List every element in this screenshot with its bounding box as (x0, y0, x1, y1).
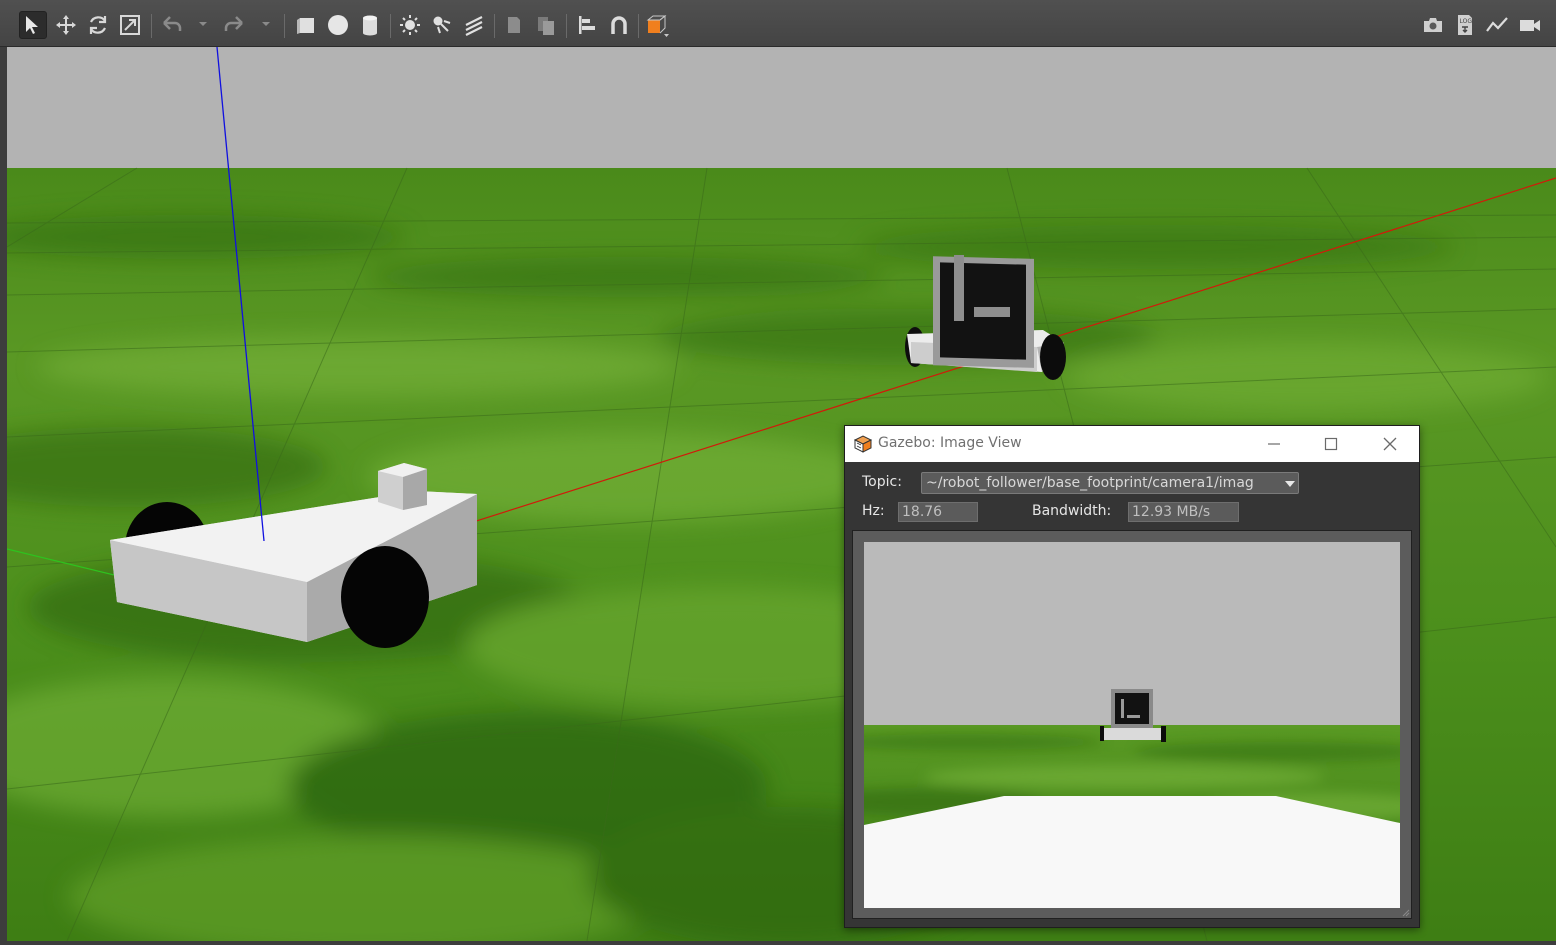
snap-magnet-icon[interactable] (605, 11, 633, 39)
scale-mode-icon[interactable] (116, 11, 144, 39)
spot-light-icon[interactable] (428, 11, 456, 39)
topic-label: Topic: (862, 474, 902, 490)
view-angle-icon[interactable] (643, 11, 671, 39)
hz-value: 18.76 (902, 504, 943, 520)
chevron-down-icon (1285, 481, 1295, 487)
gazebo-app-icon (853, 435, 873, 453)
copy-icon[interactable] (500, 11, 528, 39)
hz-field: 18.76 (898, 502, 978, 522)
hz-label: Hz: (862, 503, 885, 519)
image-view-title: Gazebo: Image View (878, 435, 1022, 451)
directional-light-icon[interactable] (460, 11, 488, 39)
paste-icon[interactable] (532, 11, 560, 39)
undo-dropdown-icon[interactable] (199, 20, 207, 28)
redo-dropdown-icon[interactable] (262, 20, 270, 28)
image-view-window[interactable]: Gazebo: Image View Topic: ~/robot_follow… (844, 425, 1420, 928)
resize-grip-icon[interactable] (1400, 907, 1410, 917)
minimize-icon[interactable] (1263, 433, 1285, 455)
bandwidth-value: 12.93 MB/s (1132, 504, 1211, 520)
sky (7, 47, 1556, 168)
undo-icon[interactable] (158, 11, 186, 39)
svg-text:LOG: LOG (1460, 18, 1473, 25)
sphere-shape-icon[interactable] (324, 11, 352, 39)
close-icon[interactable] (1379, 433, 1401, 455)
camera-image-frame (852, 530, 1412, 919)
box-shape-icon[interactable] (292, 11, 320, 39)
rotate-mode-icon[interactable] (84, 11, 112, 39)
point-light-icon[interactable] (396, 11, 424, 39)
topic-value: ~/robot_follower/base_footprint/camera1/… (926, 475, 1254, 491)
translate-mode-icon[interactable] (52, 11, 80, 39)
video-record-icon[interactable] (1516, 11, 1544, 39)
camera-image (864, 542, 1400, 908)
plot-icon[interactable] (1483, 11, 1511, 39)
redo-icon[interactable] (220, 11, 248, 39)
bandwidth-field: 12.93 MB/s (1128, 502, 1239, 522)
bandwidth-label: Bandwidth: (1032, 503, 1112, 519)
maximize-icon[interactable] (1320, 433, 1342, 455)
main-toolbar: LOG (0, 0, 1556, 47)
log-icon[interactable]: LOG (1451, 11, 1479, 39)
bottom-edge (0, 941, 1556, 945)
topic-dropdown[interactable]: ~/robot_follower/base_footprint/camera1/… (921, 472, 1299, 494)
left-panel-handle[interactable] (0, 47, 7, 945)
screenshot-icon[interactable] (1419, 11, 1447, 39)
cylinder-shape-icon[interactable] (356, 11, 384, 39)
image-view-titlebar[interactable]: Gazebo: Image View (845, 426, 1419, 462)
align-icon[interactable] (573, 11, 601, 39)
select-mode-icon[interactable] (19, 11, 47, 39)
